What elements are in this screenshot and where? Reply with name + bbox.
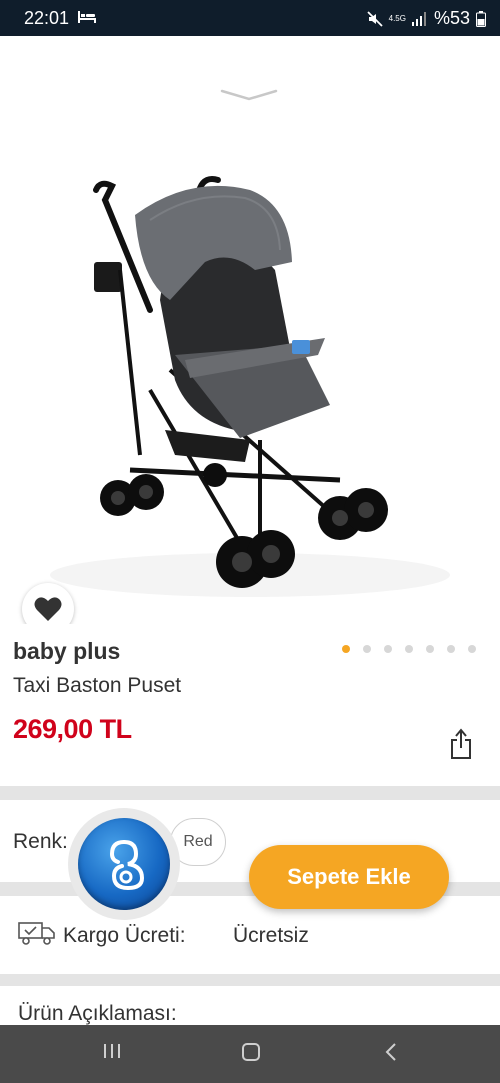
status-bar: 22:01 4.5G %53 — [0, 0, 500, 36]
pager-dot[interactable] — [363, 645, 371, 653]
signal-icon — [411, 11, 426, 26]
pager-dot[interactable] — [405, 645, 413, 653]
pager-dot[interactable] — [426, 645, 434, 653]
image-pager[interactable] — [342, 645, 476, 653]
share-icon[interactable] — [450, 728, 472, 760]
description-label: Ürün Açıklaması: — [18, 1002, 177, 1025]
product-brand[interactable]: baby plus — [13, 638, 120, 665]
heart-icon — [34, 597, 62, 621]
description-row[interactable]: Ürün Açıklaması: — [0, 986, 500, 1026]
home-icon[interactable] — [241, 1042, 261, 1062]
recents-icon[interactable] — [102, 1042, 122, 1060]
color-label: Renk: — [13, 830, 68, 853]
network-type: 4.5G — [388, 13, 406, 23]
shipping-label: Kargo Ücreti: — [63, 924, 186, 947]
status-time: 22:01 — [24, 8, 70, 28]
battery-percent: %53 — [433, 8, 470, 28]
product-image-gallery[interactable] — [0, 36, 500, 624]
pager-dot[interactable] — [447, 645, 455, 653]
pager-dot[interactable] — [342, 645, 350, 653]
mute-icon — [366, 10, 383, 27]
product-image — [50, 176, 450, 597]
section-divider — [0, 786, 500, 800]
status-indicators: 4.5G %53 — [366, 8, 486, 29]
pager-dot[interactable] — [468, 645, 476, 653]
add-to-cart-button[interactable]: Sepete Ekle — [249, 845, 449, 909]
battery-icon — [476, 10, 486, 27]
system-nav-bar — [0, 1025, 500, 1083]
back-icon[interactable] — [384, 1042, 398, 1062]
assistant-logo-icon — [78, 818, 170, 910]
assistant-fab[interactable] — [68, 808, 180, 920]
shipping-value: Ücretsiz — [233, 924, 309, 947]
section-divider — [0, 974, 500, 986]
product-info: baby plus Taxi Baston Puset 269,00 TL — [0, 624, 500, 786]
pager-dot[interactable] — [384, 645, 392, 653]
product-price: 269,00 TL — [13, 714, 132, 744]
truck-icon — [18, 922, 55, 945]
product-name: Taxi Baston Puset — [13, 674, 182, 697]
sleep-icon — [78, 11, 96, 23]
